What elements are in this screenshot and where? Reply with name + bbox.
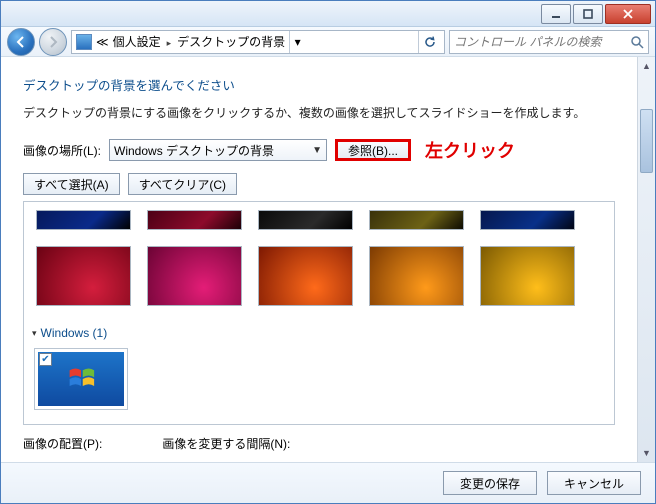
clear-all-button[interactable]: すべてクリア(C) [128, 173, 237, 195]
wallpaper-thumb[interactable] [36, 210, 131, 230]
thumb-row-1 [30, 208, 608, 240]
wallpaper-thumb[interactable] [480, 210, 575, 230]
position-label: 画像の配置(P): [23, 435, 102, 452]
thumb-row-2 [30, 240, 608, 320]
search-box[interactable] [449, 30, 649, 54]
content: デスクトップの背景を選んでください デスクトップの背景にする画像をクリックするか… [1, 57, 637, 462]
wallpaper-thumb[interactable] [369, 210, 464, 230]
location-dropdown[interactable]: Windows デスクトップの背景 ▼ [109, 139, 327, 161]
scrollbar[interactable]: ▲ ▼ [637, 57, 655, 462]
titlebar [1, 1, 655, 27]
section-windows[interactable]: Windows (1) [32, 326, 608, 340]
back-button[interactable] [7, 28, 35, 56]
page-heading: デスクトップの背景を選んでください [23, 75, 615, 94]
breadcrumb-bar[interactable]: ≪ 個人設定 デスクトップの背景 ▾ [71, 30, 445, 54]
wallpaper-gallery: Windows (1) ✔ [23, 201, 615, 425]
address-dropdown-icon[interactable]: ▾ [289, 31, 305, 53]
scroll-thumb[interactable] [640, 109, 653, 173]
breadcrumb-sep-icon [165, 35, 174, 49]
minimize-button[interactable] [541, 4, 571, 24]
window-frame: ≪ 個人設定 デスクトップの背景 ▾ デスクトップの背景を選んでください デスク… [0, 0, 656, 504]
select-all-button[interactable]: すべて選択(A) [23, 173, 120, 195]
wallpaper-thumb[interactable] [147, 246, 242, 306]
navbar: ≪ 個人設定 デスクトップの背景 ▾ [1, 27, 655, 57]
page-description: デスクトップの背景にする画像をクリックするか、複数の画像を選択してスライドショー… [23, 104, 615, 121]
chevron-down-icon: ▼ [312, 145, 322, 156]
refresh-button[interactable] [418, 31, 440, 53]
wallpaper-thumb[interactable] [258, 246, 353, 306]
breadcrumb-2[interactable]: デスクトップの背景 [177, 33, 285, 50]
wallpaper-thumb[interactable] [369, 246, 464, 306]
breadcrumb-prefix: ≪ [96, 35, 109, 49]
dropdown-value: Windows デスクトップの背景 [114, 142, 274, 159]
close-button[interactable] [605, 4, 651, 24]
wallpaper-thumb[interactable] [480, 246, 575, 306]
save-button[interactable]: 変更の保存 [443, 471, 537, 495]
body: デスクトップの背景を選んでください デスクトップの背景にする画像をクリックするか… [1, 57, 655, 462]
breadcrumb-1[interactable]: 個人設定 [113, 33, 161, 50]
scroll-up-icon[interactable]: ▲ [638, 57, 655, 75]
interval-label: 画像を変更する間隔(N): [162, 435, 290, 452]
wallpaper-thumb[interactable] [258, 210, 353, 230]
maximize-button[interactable] [573, 4, 603, 24]
wallpaper-thumb[interactable] [147, 210, 242, 230]
location-icon [76, 34, 92, 50]
thumb-checkbox[interactable]: ✔ [39, 353, 52, 366]
scroll-track[interactable] [638, 75, 655, 444]
wallpaper-thumb[interactable] [36, 246, 131, 306]
forward-button[interactable] [39, 28, 67, 56]
scroll-down-icon[interactable]: ▼ [638, 444, 655, 462]
location-label: 画像の場所(L): [23, 142, 101, 159]
search-icon [630, 35, 644, 49]
windows-wallpaper-thumb[interactable]: ✔ [34, 348, 128, 410]
search-input[interactable] [454, 35, 626, 49]
annotation-text: 左クリック [425, 137, 515, 163]
cancel-button[interactable]: キャンセル [547, 471, 641, 495]
footer: 変更の保存 キャンセル [1, 462, 655, 503]
browse-button[interactable]: 参照(B)... [335, 139, 411, 161]
